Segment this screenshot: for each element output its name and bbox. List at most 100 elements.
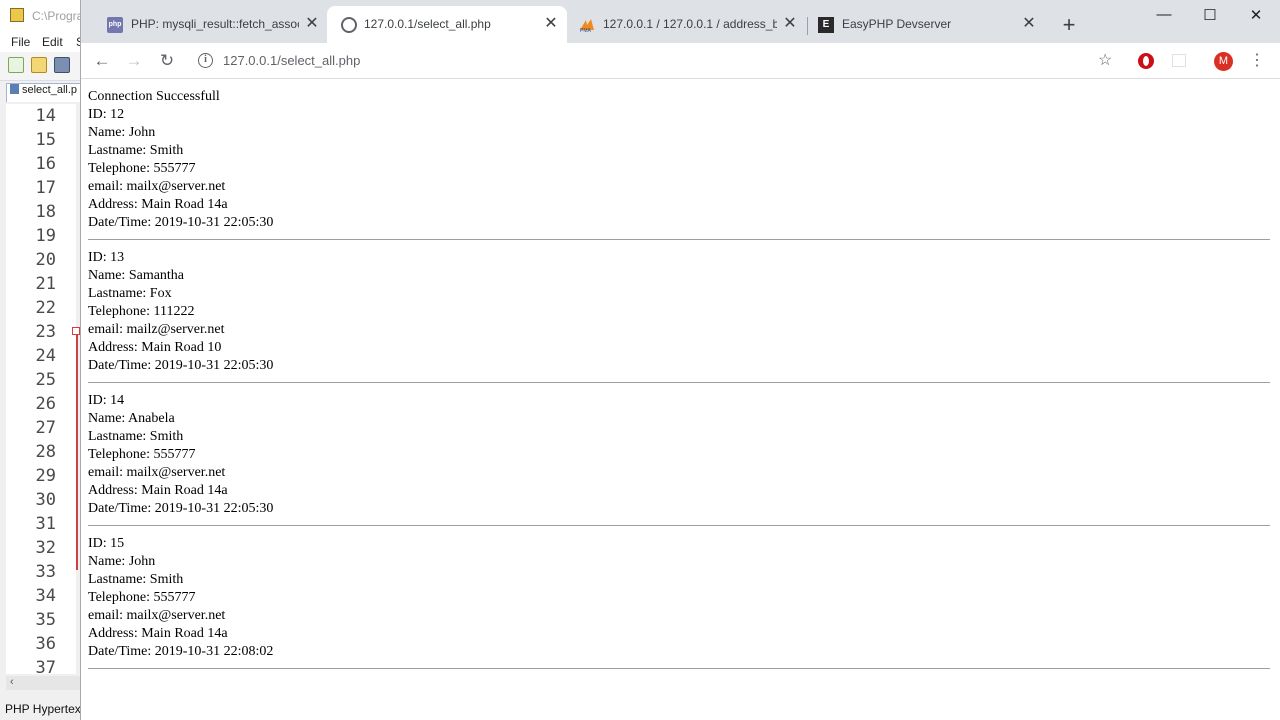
record-lastname: Lastname: Smith [88,143,184,158]
record-email: email: mailz@server.net [88,322,225,337]
open-folder-icon[interactable] [31,57,47,73]
record-divider [88,239,1270,240]
record-block: ID: 13 Name: Samantha Lastname: Fox Tele… [88,249,1270,375]
editor-horizontal-scrollbar[interactable]: ‹ [6,676,80,690]
tab-title: EasyPHP Devserver [842,17,952,31]
record-telephone: Telephone: 555777 [88,447,196,462]
editor-line-gutter: 14 15 16 17 18 19 20 21 22 23 24 25 26 2… [6,104,76,678]
php-file-icon [10,84,19,94]
extension-icon[interactable] [1172,54,1186,67]
record-email: email: mailx@server.net [88,465,226,480]
record-block: ID: 12 Name: John Lastname: Smith Teleph… [88,106,1270,232]
back-button[interactable]: ← [91,50,113,72]
tab-title: 127.0.0.1/select_all.php [364,17,491,31]
browser-window: php PHP: mysqli_result::fetch_assoc - ✕ … [80,0,1280,720]
line-number: 15 [35,130,56,150]
record-id: ID: 15 [88,536,125,551]
address-bar-url[interactable]: 127.0.0.1/select_all.php [223,53,360,68]
record-datetime: Date/Time: 2019-10-31 22:08:02 [88,644,274,659]
record-name: Name: John [88,554,156,569]
record-address: Address: Main Road 14a [88,197,228,212]
reload-button[interactable]: ↻ [156,50,178,72]
line-number: 14 [35,106,56,126]
line-number: 27 [35,418,56,438]
editor-menu-edit[interactable]: Edit [42,35,63,49]
tab-php-manual[interactable]: php PHP: mysqli_result::fetch_assoc - ✕ [87,6,327,43]
record-address: Address: Main Road 14a [88,626,228,641]
editor-statusbar: PHP Hypertex [0,698,82,720]
record-id: ID: 13 [88,250,125,265]
record-block: ID: 14 Name: Anabela Lastname: Smith Tel… [88,392,1270,518]
close-window-button[interactable]: ✕ [1233,6,1279,26]
record-datetime: Date/Time: 2019-10-31 22:05:30 [88,215,274,230]
line-number: 17 [35,178,56,198]
tab-title: 127.0.0.1 / 127.0.0.1 / address_bo [603,17,777,31]
line-number: 16 [35,154,56,174]
record-telephone: Telephone: 555777 [88,590,196,605]
scroll-left-icon[interactable]: ‹ [10,676,14,688]
new-tab-button[interactable]: + [1058,14,1080,36]
record-address: Address: Main Road 14a [88,483,228,498]
record-telephone: Telephone: 555777 [88,161,196,176]
line-number: 20 [35,250,56,270]
tab-select-all[interactable]: 127.0.0.1/select_all.php ✕ [327,6,567,43]
easyphp-icon: E [818,17,834,33]
line-number: 32 [35,538,56,558]
globe-icon [341,17,357,33]
opera-extension-icon[interactable] [1138,53,1154,69]
tab-phpmyadmin[interactable]: PMA 127.0.0.1 / 127.0.0.1 / address_bo ✕ [567,6,807,43]
line-number: 26 [35,394,56,414]
record-lastname: Lastname: Smith [88,572,184,587]
record-datetime: Date/Time: 2019-10-31 22:05:30 [88,501,274,516]
site-info-icon[interactable]: i [198,53,213,68]
line-number: 33 [35,562,56,582]
record-telephone: Telephone: 111222 [88,304,195,319]
page-content: Connection Successfull ID: 12 Name: John… [81,80,1279,720]
record-address: Address: Main Road 10 [88,340,222,355]
new-file-icon[interactable] [8,57,24,73]
browser-menu-icon[interactable]: ⋮ [1249,49,1265,73]
record-name: Name: Anabela [88,411,175,426]
record-email: email: mailx@server.net [88,179,226,194]
line-number: 30 [35,490,56,510]
profile-avatar[interactable]: M [1214,52,1233,71]
tab-close-icon[interactable]: ✕ [542,15,560,33]
editor-menu-file[interactable]: File [11,35,30,49]
record-block: ID: 15 Name: John Lastname: Smith Teleph… [88,535,1270,661]
record-name: Name: John [88,125,156,140]
editor-file-tab-label: select_all.p [22,84,78,96]
line-number: 36 [35,634,56,654]
line-number: 18 [35,202,56,222]
minimize-button[interactable]: — [1141,6,1187,26]
tab-close-icon[interactable]: ✕ [303,15,321,33]
record-id: ID: 12 [88,107,125,122]
line-number: 19 [35,226,56,246]
svg-text:PMA: PMA [580,28,592,33]
record-lastname: Lastname: Fox [88,286,172,301]
tab-close-icon[interactable]: ✕ [781,15,799,33]
editor-file-tab[interactable]: select_all.p [6,83,82,102]
line-number: 34 [35,586,56,606]
tab-strip: php PHP: mysqli_result::fetch_assoc - ✕ … [81,0,1280,43]
line-number: 23 [35,322,56,342]
record-datetime: Date/Time: 2019-10-31 22:05:30 [88,358,274,373]
bookmark-star-icon[interactable]: ☆ [1098,50,1112,70]
record-divider [88,525,1270,526]
editor-app-icon [10,8,24,22]
editor-menubar: File Edit S [0,32,82,52]
tab-easyphp[interactable]: E EasyPHP Devserver ✕ [808,6,1048,43]
address-bar[interactable]: i 127.0.0.1/select_all.php [191,47,1131,75]
fold-toggle-icon[interactable] [72,327,80,335]
line-number: 28 [35,442,56,462]
forward-button[interactable]: → [123,50,145,72]
record-divider [88,382,1270,383]
browser-toolbar: ← → ↻ i 127.0.0.1/select_all.php ☆ M ⋮ [81,43,1280,79]
line-number: 21 [35,274,56,294]
tab-close-icon[interactable]: ✕ [1020,15,1038,33]
line-number: 35 [35,610,56,630]
record-name: Name: Samantha [88,268,185,283]
save-icon[interactable] [54,57,70,73]
php-favicon: php [107,17,123,33]
maximize-button[interactable]: ☐ [1187,6,1233,26]
editor-titlebar[interactable]: C:\Progra [0,0,82,32]
